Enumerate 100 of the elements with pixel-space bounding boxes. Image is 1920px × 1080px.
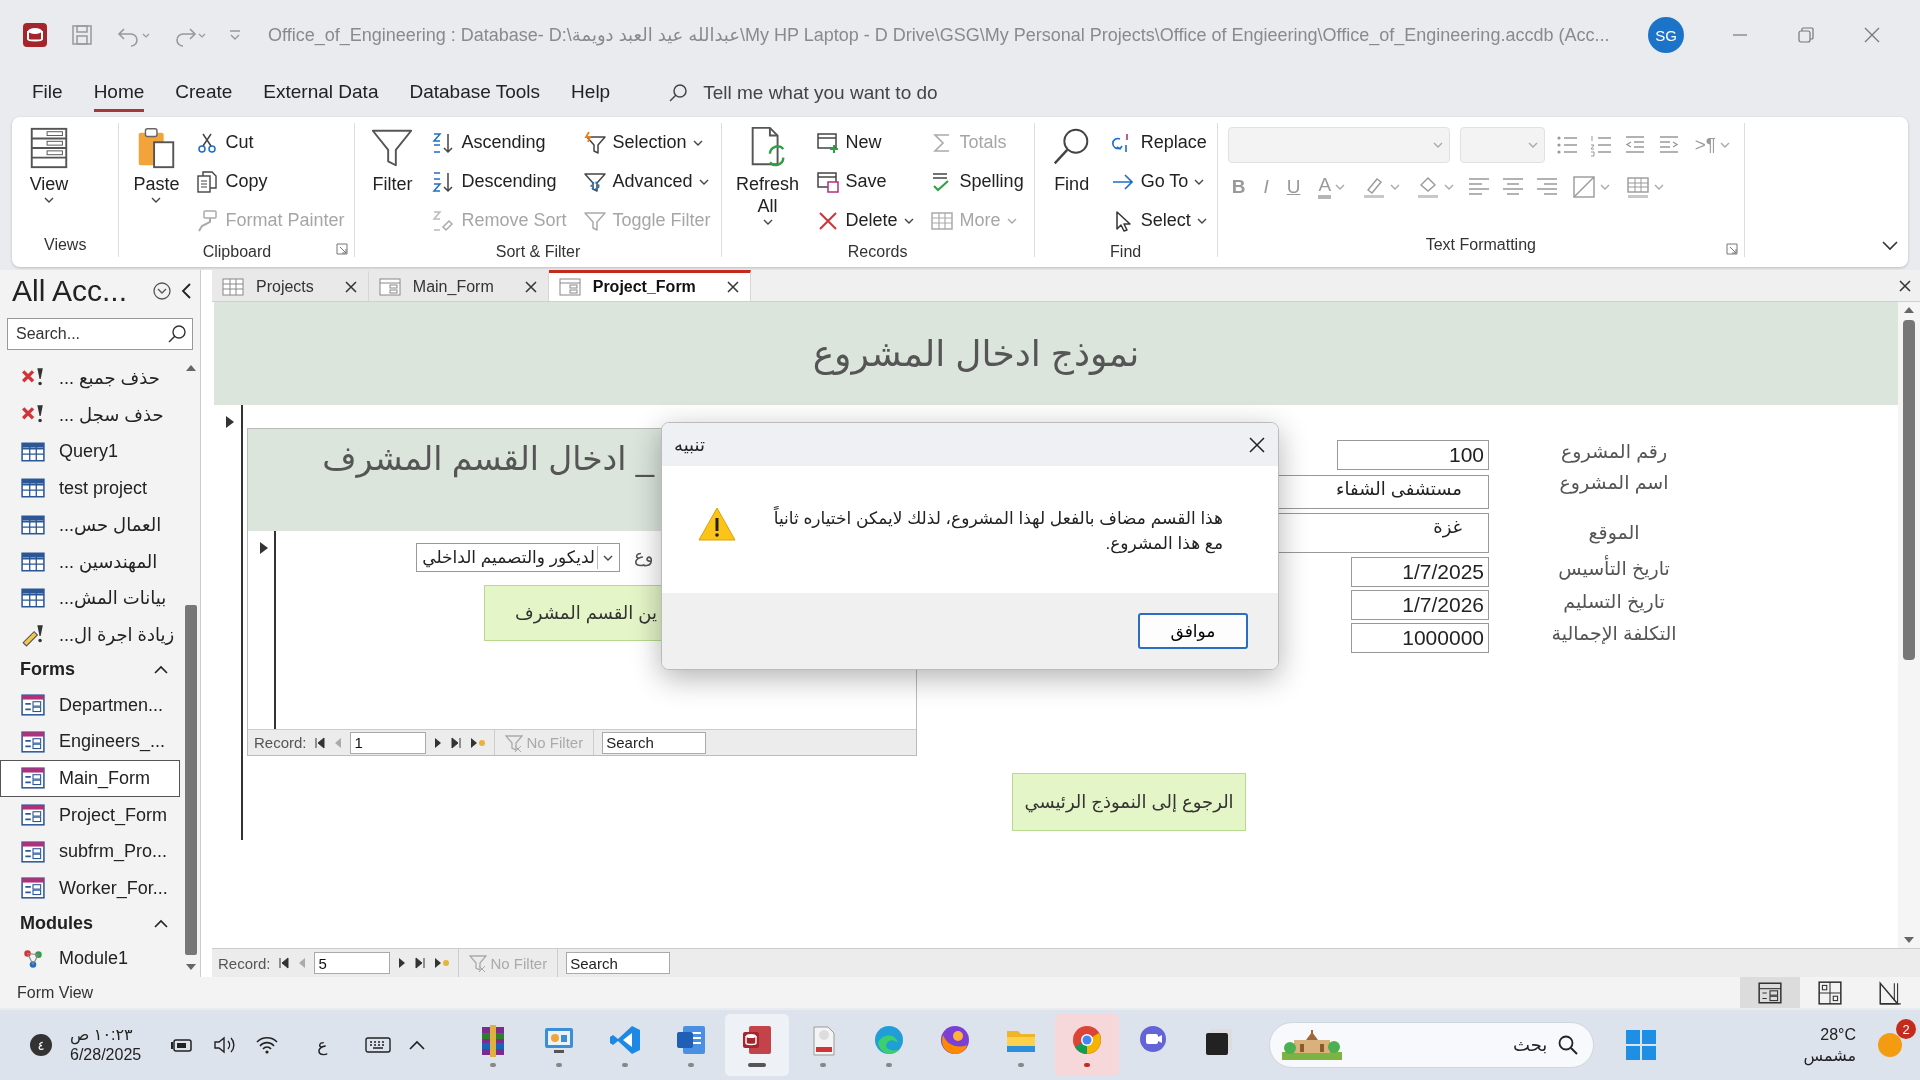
dropdown-field[interactable]: لديكور والتصميم الداخلي [416,543,620,572]
text-field[interactable]: 1/7/2025 [1351,557,1489,587]
close-icon[interactable] [1248,435,1266,454]
ribbon-button[interactable]: Copy [195,162,345,201]
restore-icon[interactable] [1796,25,1816,45]
text-field[interactable]: 1/7/2026 [1351,590,1489,620]
next-record-icon[interactable] [433,736,442,749]
nav-item[interactable]: زيادة اجرة ال... [0,616,180,654]
back-button[interactable]: الرجوع إلى النموذج الرئيسي [1012,773,1246,831]
action-button[interactable]: ين القسم المشرف [484,585,661,641]
account-avatar[interactable]: SG [1648,17,1684,53]
ribbon-button[interactable]: Advanced [582,162,711,201]
new-record-icon[interactable] [469,736,486,749]
search-field[interactable]: Search [566,952,671,974]
ribbon-button[interactable]: New [815,123,914,162]
section-header[interactable]: Forms [20,659,75,681]
new-record-icon[interactable] [433,957,450,969]
ribbon-button[interactable]: Cut [195,123,345,162]
ribbon-button[interactable]: View [22,123,76,205]
ribbon-button[interactable]: Replace [1110,123,1207,162]
nav-item[interactable]: test project [0,469,180,507]
collapse-icon[interactable] [1882,241,1898,251]
ok-button[interactable]: موافق [1138,613,1248,649]
nav-item[interactable]: حذف جمبع ... [0,360,180,397]
keyboard-icon[interactable] [365,1036,392,1054]
ribbon-button[interactable]: Filter [365,123,420,197]
nav-item[interactable]: Module1 [0,940,180,977]
menu-tab[interactable]: External Data [263,74,379,112]
dialog-launcher-icon[interactable] [1726,243,1738,255]
search-field[interactable]: بحث [1269,1022,1595,1068]
dropdown-circle-icon[interactable] [152,281,172,301]
view-button[interactable] [1740,977,1800,1008]
search-field[interactable]: Search [602,731,707,754]
ribbon-button[interactable]: Refresh All [731,123,804,227]
nav-item[interactable]: العمال حس... [0,506,180,544]
nav-item[interactable]: حذف سجل ... [0,396,180,434]
menu-tab[interactable]: File [32,74,63,112]
search-field[interactable]: Search... [7,318,193,350]
nav-item[interactable]: subfrm_Pro... [0,833,180,870]
document-tab[interactable]: Projects [212,270,369,301]
menu-tab[interactable]: Home [93,74,145,112]
nav-item[interactable]: Project_Form [0,796,180,834]
next-record-icon[interactable] [397,957,406,969]
close-icon[interactable] [523,280,538,294]
clock-date[interactable]: 6/28/2025 [70,1045,142,1065]
chevron-up-icon[interactable] [409,1040,426,1050]
close-icon[interactable] [725,280,740,294]
record-number-field[interactable]: 1 [349,731,426,754]
customize-icon[interactable] [228,28,242,42]
scrollbar[interactable] [1898,302,1920,948]
nav-item[interactable]: Query1 [0,433,180,470]
taskbar-button[interactable] [725,1014,790,1076]
wifi-icon[interactable] [255,1035,280,1055]
nav-item[interactable]: بيانات المش... [0,579,180,617]
tell-me-field[interactable]: Tell me what you want to do [703,82,938,104]
language-indicator[interactable]: ع [317,1034,328,1056]
nav-item[interactable]: Worker_For... [0,870,180,907]
last-record-icon[interactable] [450,736,461,749]
running-indicator [1084,1063,1091,1067]
ribbon-button[interactable]: Ascending [431,123,567,162]
section-header[interactable]: Modules [20,912,93,934]
chevron-left-icon[interactable] [180,282,192,300]
first-record-icon[interactable] [314,736,325,749]
ribbon-button[interactable]: Find [1044,123,1099,197]
menu-tab[interactable]: Create [175,74,233,112]
nav-item[interactable]: Engineers_... [0,723,180,761]
menu-tab[interactable]: Database Tools [409,74,541,112]
nav-item[interactable]: Departmen... [0,686,180,724]
temperature-text[interactable]: 28°C [1820,1024,1856,1045]
sun-icon[interactable] [1875,1030,1905,1060]
collapse-icon[interactable] [154,665,168,675]
ribbon-button[interactable]: Select [1110,201,1207,240]
running-indicator [820,1063,827,1067]
ribbon-button[interactable]: Paste [129,123,184,205]
ribbon-button[interactable]: Descending [431,162,567,201]
scroll-thumb[interactable] [185,605,197,955]
weather-condition[interactable]: مشمس [1803,1045,1856,1066]
scroll-thumb[interactable] [1903,320,1915,660]
ribbon-button[interactable]: Save [815,162,914,201]
last-record-icon[interactable] [414,957,425,969]
ribbon-button[interactable]: Selection [582,123,711,162]
start-icon[interactable] [1624,1028,1659,1062]
ribbon-button[interactable]: Go To [1110,162,1207,201]
nav-item[interactable]: Main_Form [0,760,180,797]
clock-time[interactable]: ١٠:٢٣ ص [70,1025,133,1045]
ribbon-button[interactable]: Spelling [929,162,1024,201]
first-record-icon[interactable] [278,957,289,969]
menu-tab[interactable]: Help [571,74,611,112]
record-number-field[interactable]: 5 [313,952,390,974]
close-icon[interactable] [1898,278,1912,293]
notification-badge[interactable]: ٤ [30,1034,52,1056]
text-field[interactable]: 100 [1337,440,1489,470]
text-field[interactable]: 1000000 [1351,623,1489,653]
ribbon-button[interactable]: Delete [815,201,914,240]
collapse-icon[interactable] [154,918,168,928]
document-tab[interactable]: Main_Form [368,270,549,301]
close-icon[interactable] [343,280,358,294]
nav-item[interactable]: المهندسين ... [0,543,180,580]
document-tab[interactable]: Project_Form [548,270,751,301]
dialog-launcher-icon[interactable] [336,243,349,255]
